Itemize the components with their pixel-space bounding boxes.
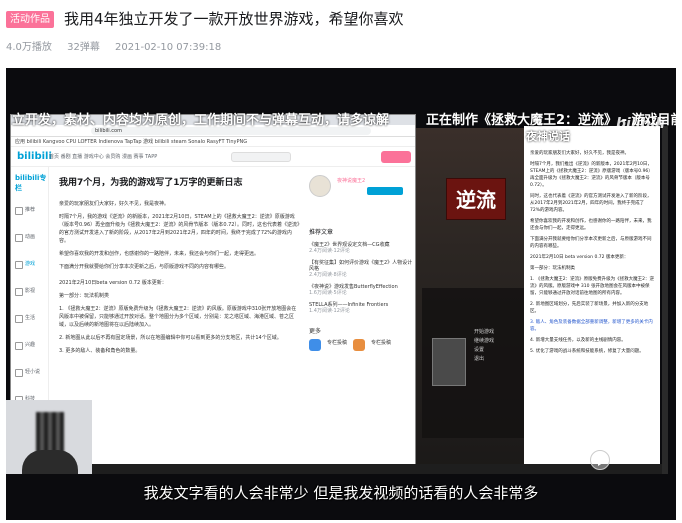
webcam-overlay	[6, 400, 92, 474]
sidebar-item: 游戏	[11, 251, 48, 278]
article-paragraph: 时隔7个月，我的游戏《逆流》的新版本，2021年2月10日，STEAM上的《拯救…	[59, 214, 300, 244]
doc-paragraph: 2. 新地图区域划分，先后实装了新场景，并加入新的分支地区。	[530, 302, 649, 314]
bilibili-logo: bilibili	[17, 151, 52, 162]
article-title: 我用7个月，为我的游戏写了1万字的更新日志	[59, 178, 243, 188]
video-title: 我用4年独立开发了一款开放世界游戏，希望你喜欢	[64, 10, 404, 28]
more-label: 更多	[309, 328, 322, 335]
corner-overlay-text: 夜神说话	[526, 130, 570, 143]
recommend-item-title: 【有奖征集】如何评价游戏《魔王2》人物设计风格	[309, 260, 413, 272]
recommend-item: STELLA系列——Infinite Frontiers 1.4万阅读·12评论	[309, 302, 413, 314]
article-paragraph: 希望你喜欢我的开发和创作，也感谢你的一路陪伴，未来，我还会与你们一起，走得更远。	[59, 251, 260, 257]
follow-button	[367, 187, 403, 195]
text-document: 亲爱的玩家朋友们大家好，好久不见，我是夜神。 时隔7个月，我们推出《逆流》的新版…	[524, 126, 660, 474]
doc-paragraph: 5. 优化了游戏的战斗系统和技能系统，修复了大量问题。	[530, 349, 644, 354]
article-body: 亲爱的玩家朋友们大家好，好久不见，我是夜神。 时隔7个月，我的游戏《逆流》的新版…	[59, 200, 301, 355]
sidebar-item: 生活	[11, 305, 48, 332]
game-menu-item: 退出	[474, 356, 485, 362]
column-logo: bilibili专栏	[15, 174, 47, 192]
play-icon[interactable]	[590, 450, 610, 470]
game-window: 逆流 开始游戏 继续游戏 设置 退出	[416, 128, 534, 474]
video-subtitle: 我发文字看的人会非常少 但是我发视频的话看的人会非常多	[143, 484, 539, 502]
video-player[interactable]: bilibili.com 应用 bilibili Kangvoo CPU LOF…	[6, 68, 676, 520]
doc-paragraph: 4. 新增大量支线任务，以及新的主线剧情内容。	[530, 338, 626, 343]
game-logo: 逆流	[446, 178, 506, 220]
bilibili-watermark: bilibili	[616, 116, 665, 132]
publish-date: 2021-02-10 07:39:18	[115, 42, 222, 53]
video-page: 活动作品 我用4年独立开发了一款开放世界游戏，希望你喜欢 4.0万播放 32弹幕…	[0, 0, 682, 523]
author-name: 夜神说魔王2	[337, 178, 366, 184]
article-paragraph: 3. 更多的敌人、装备和角色的数量。	[59, 348, 141, 354]
sidebar-item: 动画	[11, 224, 48, 251]
bili-search-box	[231, 152, 291, 162]
article-content: 我用7个月，为我的游戏写了1万字的更新日志 亲爱的玩家朋友们大家好，好久不见，我…	[59, 175, 301, 473]
windows-taskbar	[6, 464, 662, 474]
scrollbar	[662, 126, 668, 474]
more-item-label: 专栏投稿	[327, 340, 348, 346]
recommend-title: 推荐文章	[309, 229, 334, 236]
bili-upload-button	[381, 151, 411, 163]
article-paragraph: 亲爱的玩家朋友们大家好，好久不见，我是夜神。	[59, 201, 170, 207]
doc-paragraph: 同时，这也代表着《逆流》的官方测试开发进入了新的阶段，从2017年2月到2021…	[530, 194, 652, 213]
browser-bookmarks: 应用 bilibili Kangvoo CPU LOFTER Indienova…	[11, 137, 415, 147]
doc-paragraph: 希望你喜欢我的开发和创作，也感谢你的一路陪伴，未来，我还会与你们一起，走得更远。	[530, 219, 652, 231]
doc-paragraph: 第一部分：玩法机制类	[530, 266, 575, 271]
person-shoulders	[22, 450, 78, 474]
recommend-item: 《夜神说》游戏发售ButterflyEffection 1.6万阅读·5评论	[309, 284, 413, 296]
recommend-item-sub: 1.6万阅读·5评论	[309, 290, 347, 296]
stream-title-left: 立开发，素材、内容均为原创，工作期间不与弹幕互动，请多谅解	[12, 113, 390, 128]
recommend-item: 【有奖征集】如何评价游戏《魔王2》人物设计风格 2.4万阅读·8评论	[309, 260, 413, 278]
recommend-item-sub: 1.4万阅读·12评论	[309, 308, 350, 314]
game-menu: 开始游戏 继续游戏 设置 退出	[474, 328, 528, 364]
more-item-label: 专栏投稿	[371, 340, 392, 346]
article-paragraph: 2. 新地图从此以后不再有固定场景，所以在地图编辑中你可以看到更多的分支地区，共…	[59, 335, 282, 341]
game-menu-item: 设置	[474, 347, 485, 353]
recommend-item-sub: 2.4万阅读·12评论	[309, 248, 350, 254]
recommend-item-sub: 2.4万阅读·8评论	[309, 272, 347, 278]
video-meta: 4.0万播放 32弹幕 2021-02-10 07:39:18	[6, 38, 233, 53]
article-paragraph: 1. 《拯救大魔王2：逆流》原版免费升级为《拯救大魔王2：逆流》的风版。原版游戏…	[59, 306, 297, 328]
sidebar-item: 推荐	[11, 197, 48, 224]
bili-topbar: bilibili 首页 番剧 直播 游戏中心 会员购 漫画 赛事 TAPP	[11, 147, 415, 167]
doc-paragraph: 时隔7个月，我们推出《逆流》的新版本，2021年2月10日，STEAM上的《拯救…	[530, 162, 653, 188]
article-paragraph: 2021年2月10日beta version 0.72 版本更新：	[59, 280, 167, 286]
article-right-column: 夜神说魔王2 推荐文章 《魔王2》世界观设定文档—CG收藏 2.4万阅读·12评…	[309, 175, 413, 473]
sidebar-item: 轻小说	[11, 359, 48, 386]
author-avatar	[309, 175, 331, 197]
game-thumbnail	[432, 338, 466, 386]
post-icon	[353, 339, 366, 351]
game-menu-item: 开始游戏	[474, 329, 495, 335]
doc-paragraph: 下面满分开我就要给你们分享本次更新之后，与原版游戏不同的内容有哪些。	[530, 237, 652, 249]
game-menu-item: 继续游戏	[474, 338, 495, 344]
bili-nav: 首页 番剧 直播 游戏中心 会员购 漫画 赛事 TAPP	[49, 154, 158, 160]
browser-url: bilibili.com	[91, 127, 371, 135]
sidebar-item: 兴趣	[11, 332, 48, 359]
doc-paragraph: 2021年2月10日 beta version 0.72 版本更新：	[530, 255, 629, 260]
doc-paragraph: 3. 敌人、角色及装备数据全部重新调整，新增了更多的关卡内容。	[530, 320, 653, 332]
doc-paragraph: 亲爱的玩家朋友们大家好，好久不见，我是夜神。	[530, 151, 629, 156]
doc-paragraph: 1. 《拯救大魔王2：逆流》原版免费升级为《拯救大魔王2：逆流》的风版。原版游戏…	[530, 277, 654, 296]
more-icons: 专栏投稿 专栏投稿	[309, 339, 413, 351]
post-icon	[309, 339, 321, 351]
stream-title-overlay: 立开发，素材、内容均为原创，工作期间不与弹幕互动，请多谅解 正在制作《拯救大魔王…	[6, 108, 676, 128]
recommend-item: 《魔王2》世界观设定文档—CG收藏 2.4万阅读·12评论	[309, 242, 413, 254]
sidebar-item: 影视	[11, 278, 48, 305]
article-paragraph: 第一部分：玩法机制类	[59, 293, 110, 299]
activity-tag[interactable]: 活动作品	[6, 11, 54, 28]
article-paragraph: 下面满分开我就要给你们分享本次更新之后，与原版游戏不同的内容有哪些。	[59, 264, 230, 270]
pixelated-face	[36, 412, 64, 454]
danmaku-count: 32弹幕	[67, 42, 100, 53]
video-frame: bilibili.com 应用 bilibili Kangvoo CPU LOF…	[6, 68, 676, 520]
video-header: 活动作品 我用4年独立开发了一款开放世界游戏，希望你喜欢 4.0万播放 32弹幕…	[0, 0, 682, 68]
play-count: 4.0万播放	[6, 42, 52, 53]
